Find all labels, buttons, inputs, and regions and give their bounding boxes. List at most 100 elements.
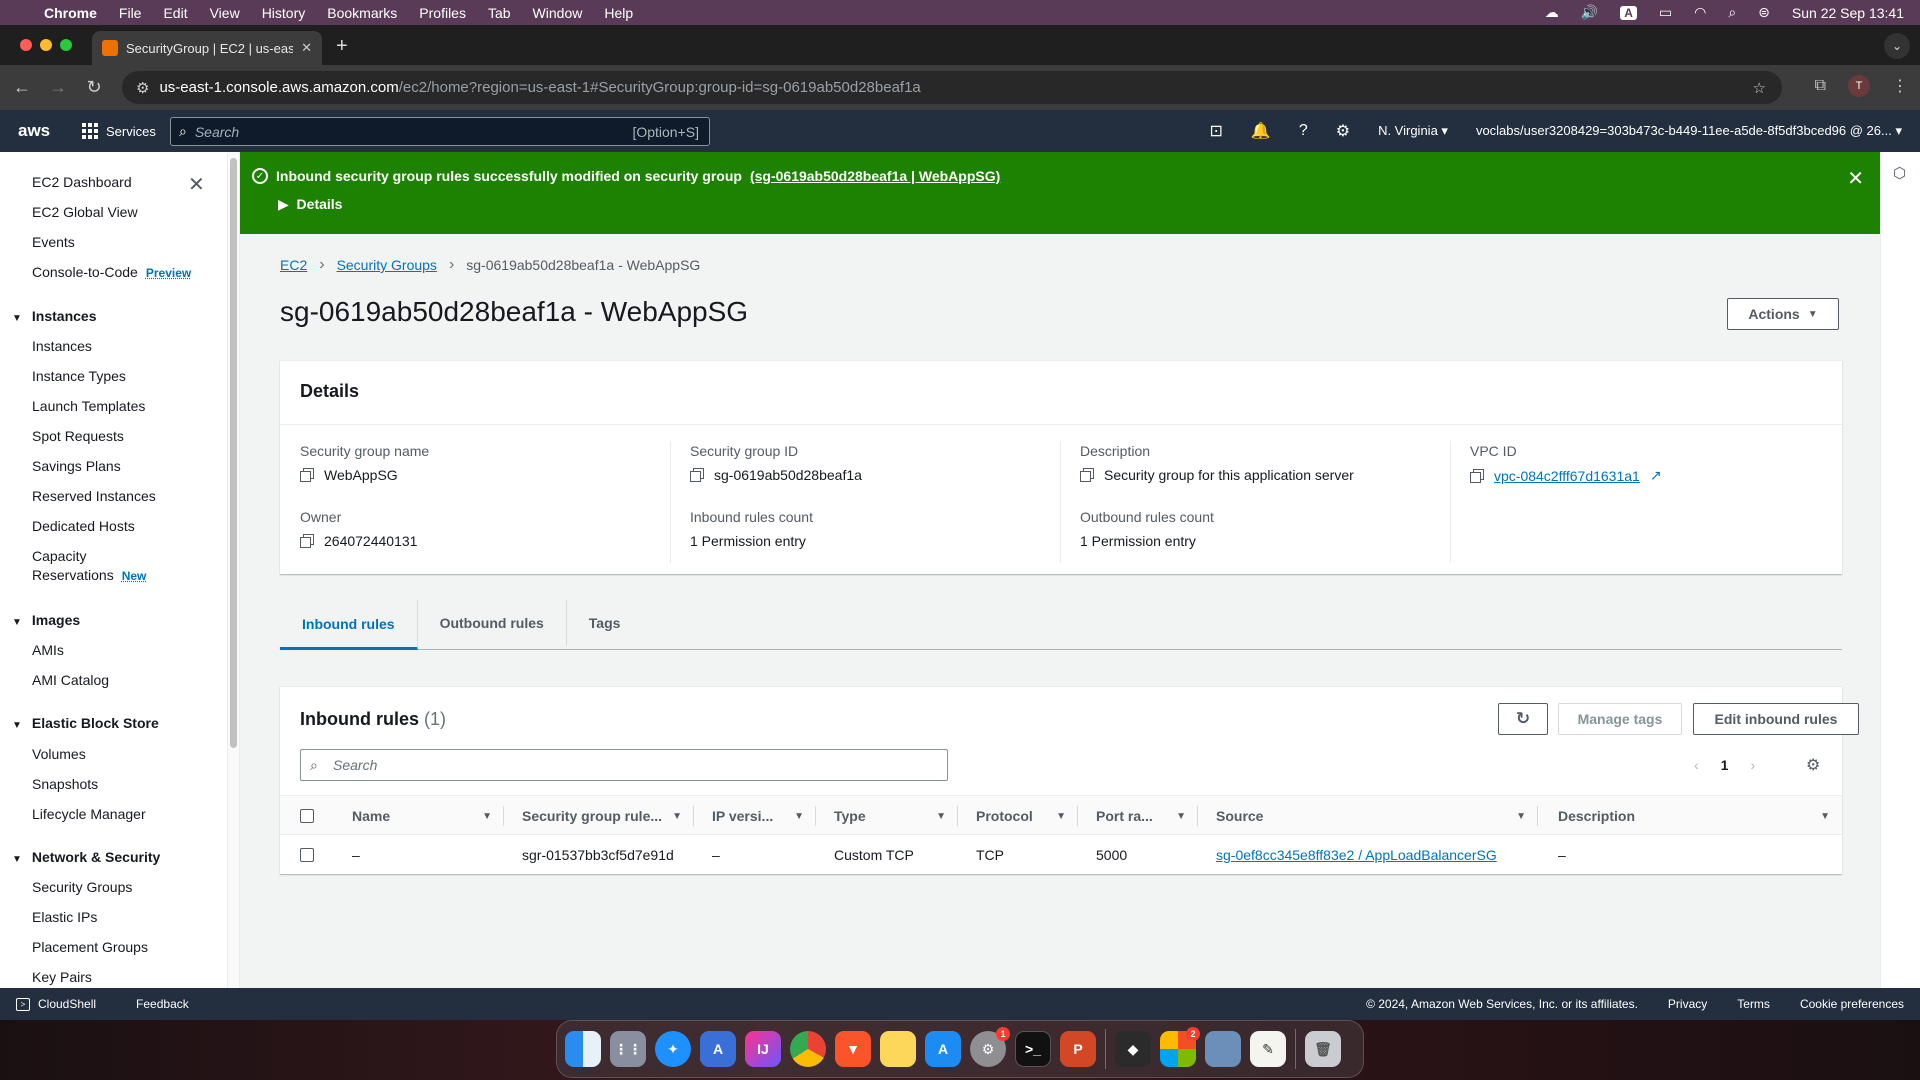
finder-icon[interactable] bbox=[565, 1031, 601, 1067]
copy-icon[interactable] bbox=[1470, 468, 1484, 483]
sidebar-item-instance-types[interactable]: Instance Types bbox=[32, 368, 126, 384]
terms-link[interactable]: Terms bbox=[1737, 997, 1770, 1011]
next-page-icon[interactable]: › bbox=[1750, 757, 1755, 773]
settings-gear-icon[interactable]: ⚙ bbox=[1336, 121, 1350, 141]
chrome-icon[interactable] bbox=[790, 1031, 826, 1067]
cloud-icon[interactable]: ☁ bbox=[1545, 4, 1559, 21]
close-window-button[interactable] bbox=[20, 39, 32, 51]
instruments-icon[interactable]: A bbox=[700, 1031, 736, 1067]
copy-icon[interactable] bbox=[300, 468, 314, 482]
flash-sg-link[interactable]: (sg-0619ab50d28beaf1a | WebAppSG) bbox=[750, 168, 1000, 184]
console-search-input[interactable]: ⌕ Search [Option+S] bbox=[170, 117, 710, 146]
textedit-icon[interactable]: ✎ bbox=[1250, 1031, 1286, 1067]
menu-view[interactable]: View bbox=[210, 5, 240, 21]
account-menu[interactable]: voclabs/user3208429=303b473c-b449-11ee-a… bbox=[1476, 123, 1902, 139]
prev-page-icon[interactable]: ‹ bbox=[1694, 757, 1699, 773]
section-network-security[interactable]: ▼ Network & Security bbox=[12, 849, 160, 865]
cloudshell-icon[interactable]: ⊡ bbox=[1209, 121, 1222, 141]
col-rule-id[interactable]: Security group rule... ▼ bbox=[504, 796, 694, 836]
rules-search-input[interactable]: ⌕ Search bbox=[300, 749, 948, 781]
col-name[interactable]: Name ▼ bbox=[352, 796, 504, 836]
chrome-menu-icon[interactable]: ⋮ bbox=[1892, 76, 1908, 96]
new-badge[interactable]: New bbox=[122, 569, 147, 583]
app-store-icon[interactable]: A bbox=[925, 1031, 961, 1067]
row-checkbox[interactable] bbox=[300, 848, 314, 862]
wifi-icon[interactable]: ◠ bbox=[1694, 4, 1706, 21]
extensions-puzzle-icon[interactable]: ⧉ bbox=[1815, 77, 1826, 95]
sidebar-item-spot-requests[interactable]: Spot Requests bbox=[32, 428, 124, 444]
table-row[interactable]: – sgr-01537bb3cf5d7e91d – Custom TCP TCP… bbox=[280, 835, 1842, 875]
sidebar-item-instances[interactable]: Instances bbox=[32, 338, 92, 354]
sidebar-scrollbar[interactable] bbox=[228, 152, 240, 988]
menu-bookmarks[interactable]: Bookmarks bbox=[327, 5, 397, 21]
col-description[interactable]: Description ▼ bbox=[1538, 796, 1842, 836]
col-ip-version[interactable]: IP versi... ▼ bbox=[694, 796, 816, 836]
browser-tab[interactable]: SecurityGroup | EC2 | us-east-1 ✕ bbox=[92, 31, 322, 65]
edit-inbound-rules-button[interactable]: Edit inbound rules bbox=[1693, 703, 1859, 735]
menu-edit[interactable]: Edit bbox=[163, 5, 187, 21]
notifications-bell-icon[interactable]: 🔔 bbox=[1251, 121, 1271, 141]
close-tab-icon[interactable]: ✕ bbox=[301, 40, 312, 56]
profile-avatar[interactable]: T bbox=[1848, 75, 1870, 97]
menu-file[interactable]: File bbox=[119, 5, 142, 21]
brave-icon[interactable]: ▼ bbox=[835, 1031, 871, 1067]
copy-icon[interactable] bbox=[300, 534, 314, 548]
sidebar-item-ami-catalog[interactable]: AMI Catalog bbox=[32, 672, 109, 688]
feedback-link[interactable]: Feedback bbox=[136, 997, 189, 1011]
preview-badge[interactable]: Preview bbox=[146, 266, 191, 280]
sidebar-item-ec2-dashboard[interactable]: EC2 Dashboard bbox=[32, 174, 132, 190]
menu-chrome[interactable]: Chrome bbox=[44, 5, 97, 21]
sidebar-item-launch-templates[interactable]: Launch Templates bbox=[32, 398, 145, 414]
intellij-icon[interactable]: IJ bbox=[745, 1031, 781, 1067]
sidebar-item-events[interactable]: Events bbox=[32, 234, 75, 250]
menu-tab[interactable]: Tab bbox=[488, 5, 511, 21]
tab-tags[interactable]: Tags bbox=[567, 600, 643, 646]
menu-history[interactable]: History bbox=[262, 5, 306, 21]
info-panel-icon[interactable]: ⬡ bbox=[1893, 164, 1906, 182]
launchpad-icon[interactable]: ⋮⋮ bbox=[610, 1031, 646, 1067]
scrollbar-thumb[interactable] bbox=[230, 158, 237, 748]
sidebar-item-volumes[interactable]: Volumes bbox=[32, 746, 86, 762]
help-icon[interactable]: ? bbox=[1299, 122, 1308, 140]
terminal-app-icon[interactable]: >_ bbox=[1015, 1031, 1051, 1067]
vpc-link[interactable]: vpc-084c2fff67d1631a1 bbox=[1494, 468, 1640, 484]
col-type[interactable]: Type ▼ bbox=[816, 796, 958, 836]
zoom-window-button[interactable] bbox=[60, 39, 72, 51]
source-sg-link[interactable]: sg-0ef8cc345e8ff83e2 / AppLoadBalancerSG bbox=[1216, 847, 1497, 863]
services-menu-button[interactable]: Services bbox=[82, 123, 156, 139]
select-all-checkbox[interactable] bbox=[300, 809, 314, 823]
sidebar-item-lifecycle-manager[interactable]: Lifecycle Manager bbox=[32, 806, 146, 822]
copy-icon[interactable] bbox=[1080, 468, 1094, 482]
cloudshell-button[interactable]: > CloudShell bbox=[16, 997, 96, 1011]
sidebar-item-dedicated-hosts[interactable]: Dedicated Hosts bbox=[32, 518, 135, 534]
microsoft-office-icon[interactable]: 2 bbox=[1160, 1027, 1200, 1067]
region-selector[interactable]: N. Virginia ▾ bbox=[1378, 123, 1448, 139]
spotlight-icon[interactable]: ⌕ bbox=[1728, 4, 1736, 21]
col-source[interactable]: Source ▼ bbox=[1198, 796, 1538, 836]
site-info-icon[interactable]: ⚙ bbox=[136, 79, 149, 97]
privacy-link[interactable]: Privacy bbox=[1668, 997, 1707, 1011]
safari-icon[interactable]: ✦ bbox=[655, 1031, 691, 1067]
breadcrumb-security-groups[interactable]: Security Groups bbox=[337, 257, 437, 273]
menubar-clock[interactable]: Sun 22 Sep 13:41 bbox=[1792, 5, 1904, 21]
new-tab-button[interactable]: + bbox=[336, 35, 348, 58]
system-settings-icon[interactable]: ⚙ 1 bbox=[970, 1027, 1010, 1067]
section-instances[interactable]: ▼ Instances bbox=[12, 308, 97, 324]
menu-help[interactable]: Help bbox=[604, 5, 633, 21]
col-port-range[interactable]: Port ra... ▼ bbox=[1078, 796, 1198, 836]
input-source-icon[interactable]: A bbox=[1620, 5, 1637, 20]
cookie-preferences-link[interactable]: Cookie preferences bbox=[1800, 997, 1904, 1011]
sidebar-item-snapshots[interactable]: Snapshots bbox=[32, 776, 98, 792]
battery-icon[interactable]: ▭ bbox=[1659, 4, 1672, 21]
tab-outbound-rules[interactable]: Outbound rules bbox=[418, 600, 567, 646]
dismiss-flash-icon[interactable]: ✕ bbox=[1847, 166, 1864, 191]
sidebar-item-placement-groups[interactable]: Placement Groups bbox=[32, 939, 148, 955]
spy-app-icon[interactable]: ◆ bbox=[1115, 1031, 1151, 1067]
sidebar-item-reserved-instances[interactable]: Reserved Instances bbox=[32, 488, 156, 504]
tab-search-chevron-icon[interactable]: ⌄ bbox=[1884, 33, 1910, 59]
address-bar[interactable]: ⚙ us-east-1.console.aws.amazon.com /ec2/… bbox=[122, 71, 1782, 104]
trash-icon[interactable]: 🗑 bbox=[1305, 1031, 1341, 1067]
current-page[interactable]: 1 bbox=[1721, 757, 1729, 773]
col-protocol[interactable]: Protocol ▼ bbox=[958, 796, 1078, 836]
powerpoint-icon[interactable]: P bbox=[1060, 1031, 1096, 1067]
